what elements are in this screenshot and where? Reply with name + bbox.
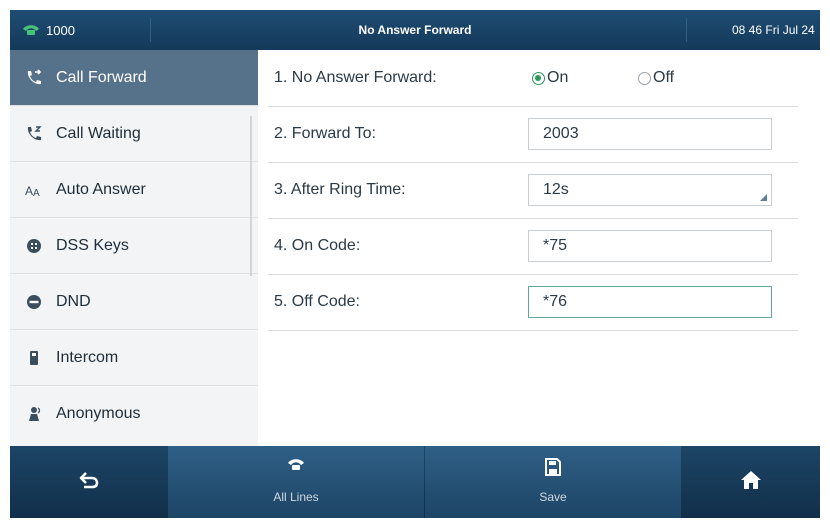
- back-arrow-icon: [79, 472, 99, 489]
- field-label: 5. Off Code:: [274, 293, 360, 310]
- after-ring-time-row: 3. After Ring Time: 12s: [268, 162, 798, 219]
- after-ring-time-select[interactable]: 12s: [528, 174, 772, 206]
- sidebar-item-label: Intercom: [56, 348, 119, 366]
- field-label: 4. On Code:: [274, 237, 361, 254]
- no-answer-forward-row: 1. No Answer Forward: On Off: [268, 50, 798, 107]
- radio-on-label: On: [547, 69, 569, 86]
- sidebar-item-intercom[interactable]: Intercom: [10, 330, 258, 386]
- sidebar-item-anonymous[interactable]: Anonymous: [10, 386, 258, 442]
- sidebar-item-dss-keys[interactable]: DSS Keys: [10, 218, 258, 274]
- radio-on[interactable]: On: [532, 50, 568, 106]
- radio-off-label: Off: [653, 69, 675, 86]
- dss-keys-icon: [24, 236, 44, 256]
- sidebar: Call Forward Call Waiting AA Auto Answer…: [10, 50, 258, 446]
- after-ring-time-value: 12s: [543, 181, 569, 198]
- forward-to-row: 2. Forward To: 2003: [268, 106, 798, 163]
- off-code-row: 5. Off Code: *76: [268, 274, 798, 331]
- sidebar-scrollbar[interactable]: [250, 116, 252, 276]
- radio-selected-icon: [532, 71, 545, 85]
- phone-screen: 1000 No Answer Forward 08 46 Fri Jul 24 …: [10, 10, 820, 518]
- sidebar-item-call-waiting[interactable]: Call Waiting: [10, 106, 258, 162]
- call-waiting-icon: [24, 124, 44, 144]
- field-label: 1. No Answer Forward:: [274, 69, 437, 86]
- back-button[interactable]: [10, 446, 168, 518]
- sidebar-item-label: Call Waiting: [56, 124, 141, 142]
- field-label: 2. Forward To:: [274, 125, 376, 142]
- date-time: 08 46 Fri Jul 24: [732, 23, 815, 37]
- forward-to-input[interactable]: 2003: [528, 118, 772, 150]
- home-icon: [741, 471, 761, 489]
- sidebar-item-call-forward[interactable]: Call Forward: [10, 50, 258, 106]
- sidebar-item-label: DSS Keys: [56, 236, 129, 254]
- home-button[interactable]: [682, 446, 820, 518]
- page-title: No Answer Forward: [358, 23, 472, 37]
- softkey-bar: All Lines Save: [10, 446, 820, 518]
- dropdown-corner-icon: [760, 194, 767, 201]
- sidebar-item-label: Auto Answer: [56, 180, 146, 198]
- anonymous-icon: [24, 404, 44, 424]
- divider: [686, 18, 687, 42]
- sidebar-item-label: DND: [56, 292, 91, 310]
- on-code-input[interactable]: *75: [528, 230, 772, 262]
- phone-handset-icon: [288, 459, 304, 470]
- radio-unselected-icon: [638, 71, 651, 85]
- svg-text:A: A: [25, 184, 33, 198]
- svg-text:A: A: [33, 188, 40, 199]
- call-forward-icon: [24, 68, 44, 88]
- save-label: Save: [539, 490, 567, 504]
- sidebar-item-dnd[interactable]: DND: [10, 274, 258, 330]
- sidebar-item-auto-answer[interactable]: AA Auto Answer: [10, 162, 258, 218]
- all-lines-button[interactable]: All Lines: [168, 446, 424, 518]
- all-lines-label: All Lines: [273, 490, 319, 504]
- save-icon: [545, 458, 561, 476]
- radio-off[interactable]: Off: [638, 50, 674, 106]
- off-code-input[interactable]: *76: [528, 286, 772, 318]
- on-code-row: 4. On Code: *75: [268, 218, 798, 275]
- status-bar: 1000 No Answer Forward 08 46 Fri Jul 24: [10, 10, 820, 50]
- settings-form: 1. No Answer Forward: On Off 2. Forward …: [258, 50, 820, 446]
- save-button[interactable]: Save: [425, 446, 681, 518]
- sidebar-item-label: Call Forward: [56, 68, 147, 86]
- field-label: 3. After Ring Time:: [274, 181, 406, 198]
- sidebar-item-label: Anonymous: [56, 405, 141, 422]
- dnd-icon: [24, 292, 44, 312]
- intercom-icon: [24, 348, 44, 368]
- auto-answer-icon: AA: [24, 180, 44, 200]
